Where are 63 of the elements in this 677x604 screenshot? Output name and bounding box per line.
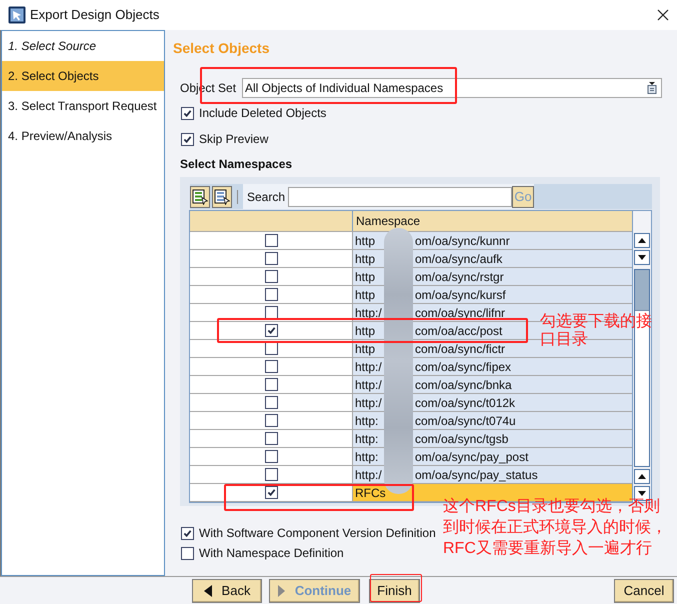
checkbox[interactable] (264, 306, 278, 319)
scrollbar-thumb[interactable] (635, 270, 649, 311)
checkbox[interactable] (264, 396, 278, 409)
close-icon[interactable] (657, 9, 669, 21)
namespace-cell[interactable]: http om/oa/sync/rstgr (352, 268, 632, 285)
toolbar-button[interactable] (212, 186, 232, 208)
search-label: Search (247, 188, 286, 206)
checkbox[interactable] (264, 324, 278, 337)
namespace-cell[interactable]: http:/ com/oa/sync/t012k (352, 394, 632, 411)
wizard-button[interactable]: Cancel (614, 578, 674, 602)
namespace-cell[interactable]: http: com/oa/sync/tgsb (352, 430, 632, 447)
page-title: Select Objects (173, 39, 270, 58)
namespace-cell[interactable]: http:/ com/oa/sync/fipex (352, 358, 632, 375)
caret-down-icon (638, 491, 646, 496)
scroll-up-button[interactable] (634, 469, 650, 484)
toolbar-button[interactable] (190, 186, 210, 208)
namespace-cell[interactable]: http:/ com/oa/sync/bnka (352, 376, 632, 393)
namespace-cell[interactable]: http om/oa/sync/kunnr (352, 232, 632, 249)
caret-up-icon (638, 238, 646, 243)
value-help-icon[interactable] (647, 82, 657, 94)
caret-right-icon (278, 584, 285, 596)
checkbox[interactable] (264, 486, 278, 499)
checkbox[interactable] (264, 414, 278, 427)
checkbox[interactable] (264, 288, 278, 301)
checkbox[interactable] (264, 432, 278, 445)
checkbox[interactable] (181, 526, 194, 540)
checkbox[interactable] (181, 132, 194, 146)
list-pointer-icon (192, 188, 208, 204)
checkbox[interactable] (181, 106, 194, 120)
namespace-cell[interactable]: http om/oa/sync/aufk (352, 250, 632, 267)
option-label: Skip Preview (199, 131, 268, 148)
namespace-cell[interactable]: http:/ om/oa/sync/pay_status (352, 466, 632, 483)
option-label: Include Deleted Objects (199, 105, 326, 122)
checkbox[interactable] (264, 360, 278, 373)
window-title: Export Design Objects (30, 6, 160, 24)
checkbox[interactable] (264, 270, 278, 283)
checkbox[interactable] (264, 468, 278, 481)
annotation-frame (370, 574, 422, 602)
object-set-field[interactable]: All Objects of Individual Namespaces (242, 78, 662, 98)
option-label: With Software Component Version Definition (199, 525, 436, 542)
caret-down-icon (638, 255, 646, 260)
namespace-cell[interactable]: http om/oa/sync/kursf (352, 286, 632, 303)
checkbox[interactable] (181, 546, 194, 560)
caret-up-icon (638, 474, 646, 479)
checkbox[interactable] (264, 234, 278, 247)
namespace-cell[interactable]: http: om/oa/sync/pay_post (352, 448, 632, 465)
column-header[interactable]: Namespace (352, 211, 632, 231)
scroll-down-button[interactable] (634, 250, 650, 265)
checkbox[interactable] (264, 378, 278, 391)
search-field[interactable] (288, 186, 512, 206)
app-icon (8, 6, 26, 24)
checkbox[interactable] (264, 252, 278, 265)
scroll-up-button[interactable] (634, 233, 650, 248)
option-label: With Namespace Definition (199, 545, 344, 562)
list-pointer-icon (214, 188, 230, 204)
section-title: Select Namespaces (180, 156, 292, 173)
checkbox[interactable] (264, 342, 278, 355)
namespace-cell[interactable]: http: com/oa/sync/t074u (352, 412, 632, 429)
wizard-button[interactable]: Back (192, 578, 262, 602)
caret-left-icon (204, 584, 212, 596)
checkbox[interactable] (264, 450, 278, 463)
wizard-button[interactable]: Finish (369, 578, 420, 602)
wizard-step[interactable]: 2. Select Objects (2, 61, 164, 91)
